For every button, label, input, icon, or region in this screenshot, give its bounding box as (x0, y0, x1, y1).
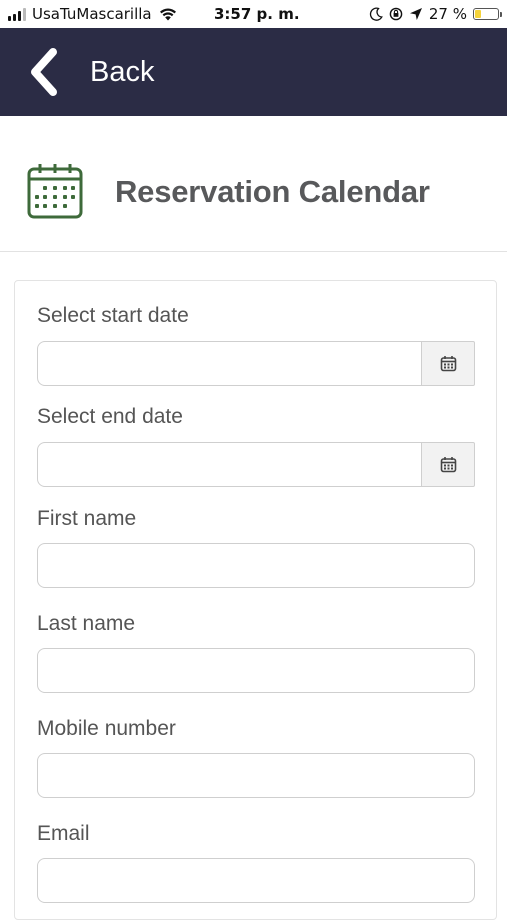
last-name-input[interactable] (37, 648, 475, 693)
calendar-icon (27, 164, 83, 219)
mobile-number-label: Mobile number (37, 717, 176, 740)
end-date-picker-button[interactable] (422, 442, 475, 487)
lock-rotation-icon (389, 7, 403, 21)
app-header: Back (0, 28, 507, 116)
start-date-input[interactable] (37, 341, 422, 386)
wifi-icon (159, 8, 176, 21)
battery-icon (473, 8, 502, 20)
chevron-left-icon (31, 48, 57, 96)
end-date-group (37, 442, 475, 487)
location-arrow-icon (409, 8, 422, 20)
carrier-name: UsaTuMascarilla (32, 5, 152, 23)
signal-icon (8, 7, 26, 21)
back-label: Back (90, 55, 155, 88)
mobile-number-group (37, 753, 475, 798)
first-name-input[interactable] (37, 543, 475, 588)
status-left: UsaTuMascarilla (8, 5, 178, 23)
end-date-input[interactable] (37, 442, 422, 487)
start-date-picker-button[interactable] (422, 341, 475, 386)
start-date-group (37, 341, 475, 386)
email-input[interactable] (37, 858, 475, 903)
status-bar: UsaTuMascarilla 3:57 p. m. 27 % (0, 0, 507, 28)
email-label: Email (37, 822, 90, 845)
start-date-label: Select start date (37, 304, 189, 327)
first-name-group (37, 543, 475, 588)
last-name-group (37, 648, 475, 693)
moon-icon (369, 7, 383, 21)
status-right: 27 % (369, 5, 502, 23)
page-title: Reservation Calendar (115, 174, 430, 209)
mobile-number-input[interactable] (37, 753, 475, 798)
battery-level (475, 10, 482, 18)
calendar-small-icon (440, 356, 456, 372)
end-date-label: Select end date (37, 405, 183, 428)
email-group (37, 858, 475, 903)
title-section: Reservation Calendar (0, 116, 507, 252)
reservation-form: Select start date Select end date First … (14, 280, 497, 920)
back-button[interactable]: Back (24, 46, 154, 98)
battery-percent: 27 % (428, 5, 467, 23)
calendar-small-icon (440, 457, 456, 473)
last-name-label: Last name (37, 612, 136, 635)
status-time: 3:57 p. m. (214, 5, 300, 23)
first-name-label: First name (37, 507, 137, 530)
